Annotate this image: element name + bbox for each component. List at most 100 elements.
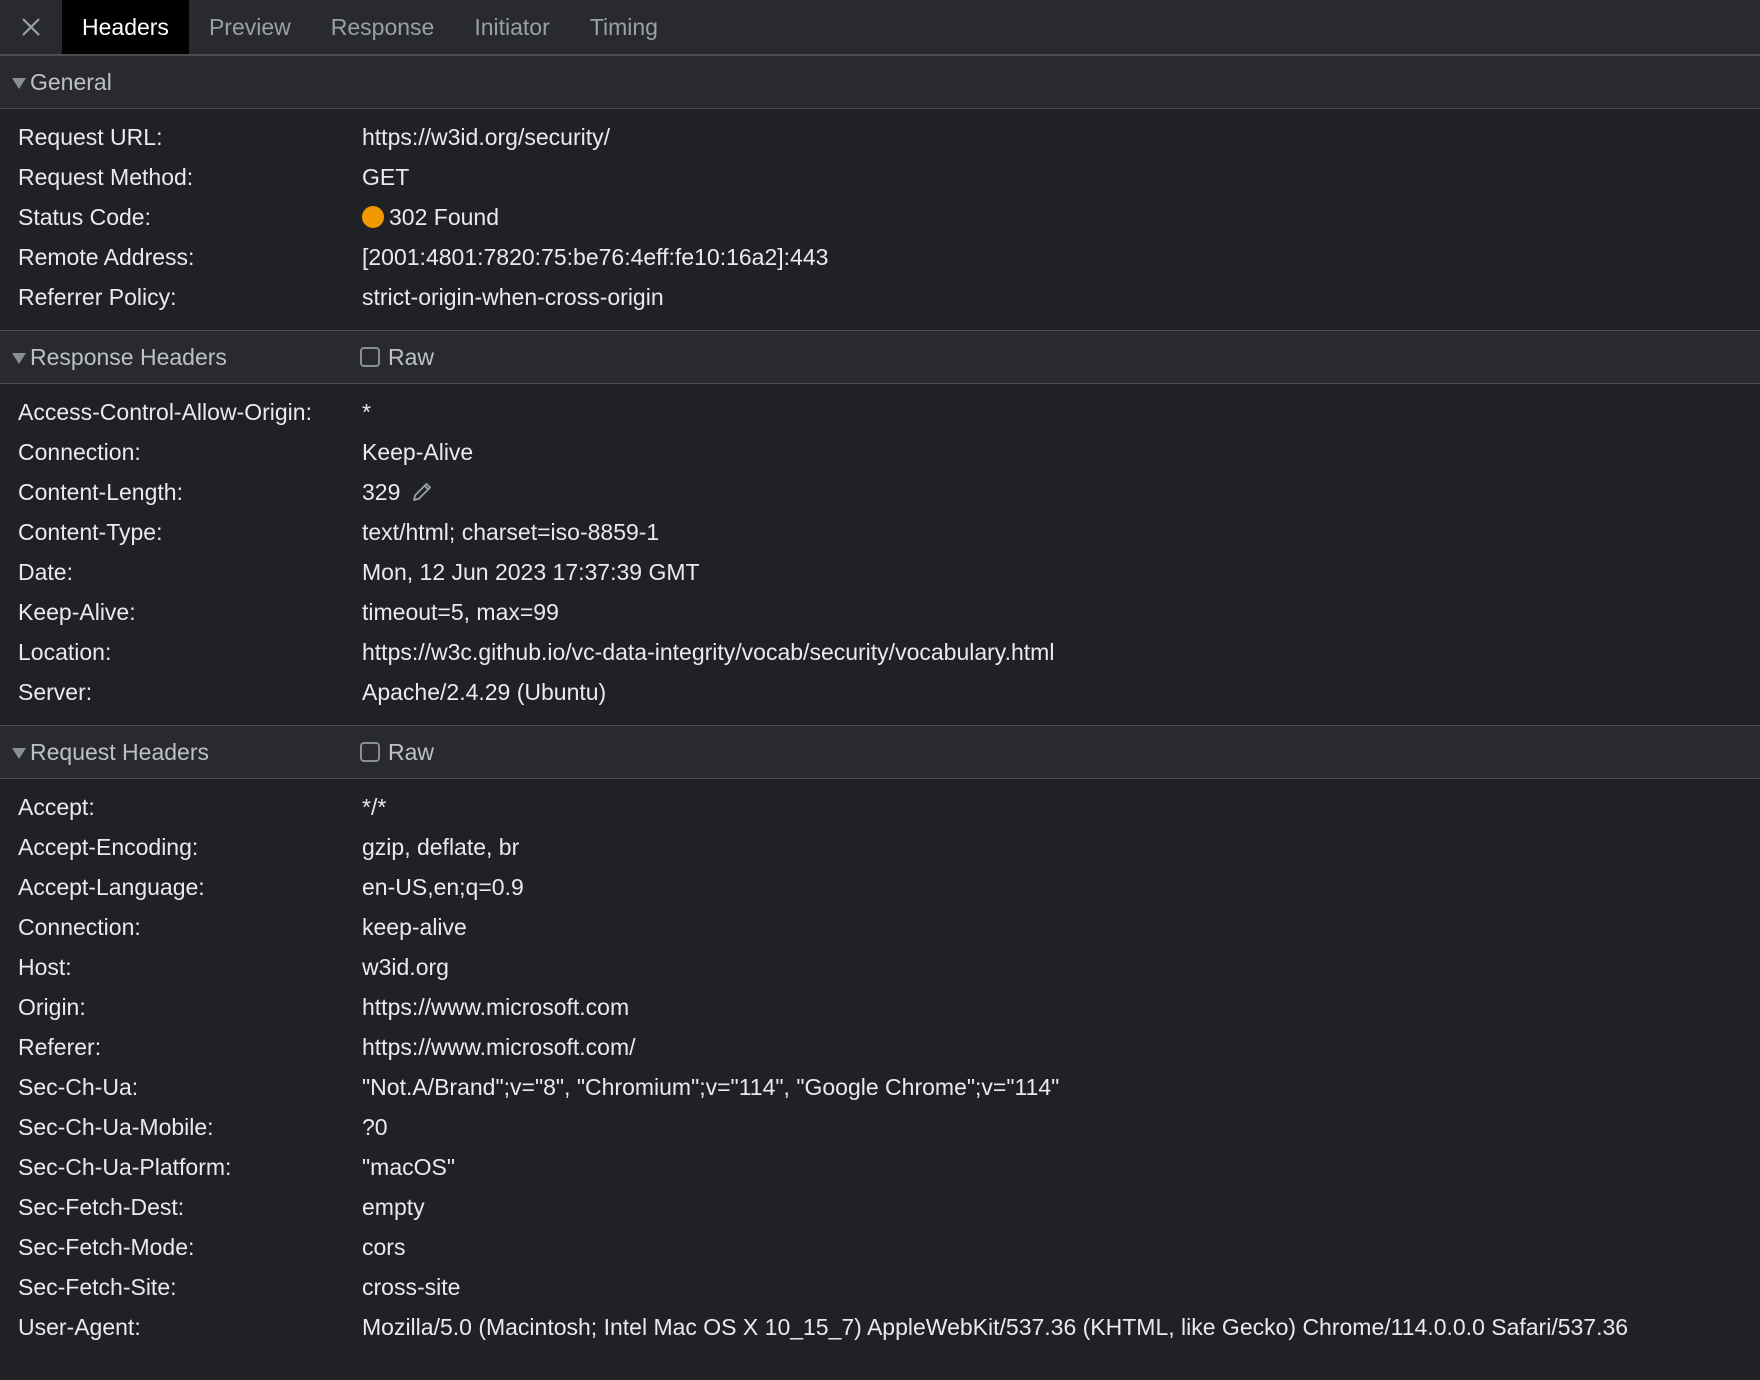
header-row-date: Date: Mon, 12 Jun 2023 17:37:39 GMT	[0, 552, 1760, 592]
tab-response[interactable]: Response	[311, 0, 455, 54]
request-headers-section-toggle[interactable]: Request Headers	[0, 739, 209, 766]
header-value[interactable]: *	[362, 399, 371, 426]
header-row-connection: Connection: keep-alive	[0, 907, 1760, 947]
triangle-down-icon	[12, 352, 26, 364]
header-row-content-length: Content-Length: 329	[0, 472, 1760, 512]
header-value[interactable]: https://w3id.org/security/	[362, 124, 610, 151]
header-row-sec-fetch-mode: Sec-Fetch-Mode: cors	[0, 1227, 1760, 1267]
header-key: Connection:	[18, 438, 141, 465]
header-row-accept: Accept: */*	[0, 787, 1760, 827]
header-key: Request Method:	[18, 163, 194, 190]
general-section-title: General	[30, 68, 112, 95]
content-length-value[interactable]: 329	[362, 479, 434, 506]
header-row-user-agent: User-Agent: Mozilla/5.0 (Macintosh; Inte…	[0, 1307, 1760, 1347]
header-key: Content-Length:	[18, 478, 183, 505]
header-value[interactable]: keep-alive	[362, 914, 467, 941]
header-key: Sec-Fetch-Dest:	[18, 1193, 185, 1220]
header-key: Accept-Language:	[18, 873, 205, 900]
header-row-server: Server: Apache/2.4.29 (Ubuntu)	[0, 672, 1760, 712]
response-headers-section-header: Response Headers Raw	[0, 331, 1760, 384]
header-key: Sec-Fetch-Site:	[18, 1273, 177, 1300]
header-key: Location:	[18, 638, 112, 665]
header-value[interactable]: "macOS"	[362, 1154, 455, 1181]
content-length-text: 329	[362, 478, 401, 505]
header-value[interactable]: text/html; charset=iso-8859-1	[362, 519, 659, 546]
header-row-sec-ch-ua: Sec-Ch-Ua: "Not.A/Brand";v="8", "Chromiu…	[0, 1067, 1760, 1107]
header-value[interactable]: Apache/2.4.29 (Ubuntu)	[362, 679, 606, 706]
request-headers-section-header: Request Headers Raw	[0, 726, 1760, 779]
header-value[interactable]: w3id.org	[362, 954, 449, 981]
request-raw-toggle[interactable]: Raw	[360, 739, 434, 766]
devtools-tabbar: Headers Preview Response Initiator Timin…	[0, 0, 1760, 56]
general-section-header: General	[0, 56, 1760, 109]
header-row-accept-encoding: Accept-Encoding: gzip, deflate, br	[0, 827, 1760, 867]
triangle-down-icon	[12, 747, 26, 759]
header-value[interactable]: en-US,en;q=0.9	[362, 874, 524, 901]
header-value[interactable]: GET	[362, 164, 409, 191]
header-key: Host:	[18, 953, 72, 980]
header-key: Sec-Ch-Ua-Platform:	[18, 1153, 232, 1180]
header-value[interactable]: empty	[362, 1194, 425, 1221]
header-key: Sec-Ch-Ua-Mobile:	[18, 1113, 214, 1140]
header-value[interactable]: https://www.microsoft.com	[362, 994, 629, 1021]
header-value[interactable]: Keep-Alive	[362, 439, 473, 466]
header-row-sec-fetch-site: Sec-Fetch-Site: cross-site	[0, 1267, 1760, 1307]
header-row-accept-language: Accept-Language: en-US,en;q=0.9	[0, 867, 1760, 907]
header-value[interactable]: strict-origin-when-cross-origin	[362, 284, 664, 311]
header-key: Accept-Encoding:	[18, 833, 199, 860]
header-row-sec-fetch-dest: Sec-Fetch-Dest: empty	[0, 1187, 1760, 1227]
header-key: Sec-Ch-Ua:	[18, 1073, 139, 1100]
header-value[interactable]: */*	[362, 794, 386, 821]
header-row-origin: Origin: https://www.microsoft.com	[0, 987, 1760, 1027]
response-headers-section-toggle[interactable]: Response Headers	[0, 344, 227, 371]
response-raw-label: Raw	[388, 343, 435, 370]
response-headers-section-body: Access-Control-Allow-Origin: * Connectio…	[0, 384, 1760, 726]
header-row-referrer-policy: Referrer Policy: strict-origin-when-cros…	[0, 277, 1760, 317]
header-value[interactable]: gzip, deflate, br	[362, 834, 519, 861]
header-key: Sec-Fetch-Mode:	[18, 1233, 195, 1260]
header-key: Request URL:	[18, 123, 163, 150]
close-icon	[22, 18, 40, 36]
header-value[interactable]: [2001:4801:7820:75:be76:4eff:fe10:16a2]:…	[362, 244, 828, 271]
general-section-toggle[interactable]: General	[0, 69, 112, 96]
general-section-body: Request URL: https://w3id.org/security/ …	[0, 109, 1760, 331]
triangle-down-icon	[12, 77, 26, 89]
header-value[interactable]: cross-site	[362, 1274, 460, 1301]
tab-preview[interactable]: Preview	[189, 0, 311, 54]
request-raw-checkbox[interactable]	[360, 742, 380, 762]
request-headers-section-body: Accept: */* Accept-Encoding: gzip, defla…	[0, 779, 1760, 1360]
header-value[interactable]: ?0	[362, 1114, 388, 1141]
header-row-status-code: Status Code: 302 Found	[0, 197, 1760, 237]
tab-headers[interactable]: Headers	[62, 0, 189, 54]
header-key: Referer:	[18, 1033, 102, 1060]
header-value[interactable]: "Not.A/Brand";v="8", "Chromium";v="114",…	[362, 1074, 1059, 1101]
header-value[interactable]: cors	[362, 1234, 405, 1261]
header-row-request-method: Request Method: GET	[0, 157, 1760, 197]
close-button[interactable]	[0, 0, 62, 54]
tab-initiator[interactable]: Initiator	[454, 0, 569, 54]
response-raw-toggle[interactable]: Raw	[360, 344, 434, 371]
header-row-request-url: Request URL: https://w3id.org/security/	[0, 117, 1760, 157]
header-value[interactable]: https://w3c.github.io/vc-data-integrity/…	[362, 639, 1054, 666]
header-row-remote-address: Remote Address: [2001:4801:7820:75:be76:…	[0, 237, 1760, 277]
pencil-icon[interactable]	[410, 480, 434, 504]
header-value[interactable]: Mon, 12 Jun 2023 17:37:39 GMT	[362, 559, 700, 586]
header-key: Keep-Alive:	[18, 598, 136, 625]
header-key: User-Agent:	[18, 1313, 141, 1340]
header-row-host: Host: w3id.org	[0, 947, 1760, 987]
header-row-connection: Connection: Keep-Alive	[0, 432, 1760, 472]
header-value[interactable]: timeout=5, max=99	[362, 599, 559, 626]
header-key: Date:	[18, 558, 73, 585]
header-key: Server:	[18, 678, 93, 705]
response-raw-checkbox[interactable]	[360, 347, 380, 367]
header-value[interactable]: Mozilla/5.0 (Macintosh; Intel Mac OS X 1…	[362, 1314, 1628, 1341]
status-code-value[interactable]: 302 Found	[362, 204, 499, 231]
status-code-text: 302 Found	[389, 203, 499, 230]
response-headers-section-title: Response Headers	[30, 343, 227, 370]
header-key: Origin:	[18, 993, 86, 1020]
request-raw-label: Raw	[388, 738, 435, 765]
header-value[interactable]: https://www.microsoft.com/	[362, 1034, 636, 1061]
tab-timing[interactable]: Timing	[570, 0, 678, 54]
header-row-location: Location: https://w3c.github.io/vc-data-…	[0, 632, 1760, 672]
header-key: Accept:	[18, 793, 95, 820]
